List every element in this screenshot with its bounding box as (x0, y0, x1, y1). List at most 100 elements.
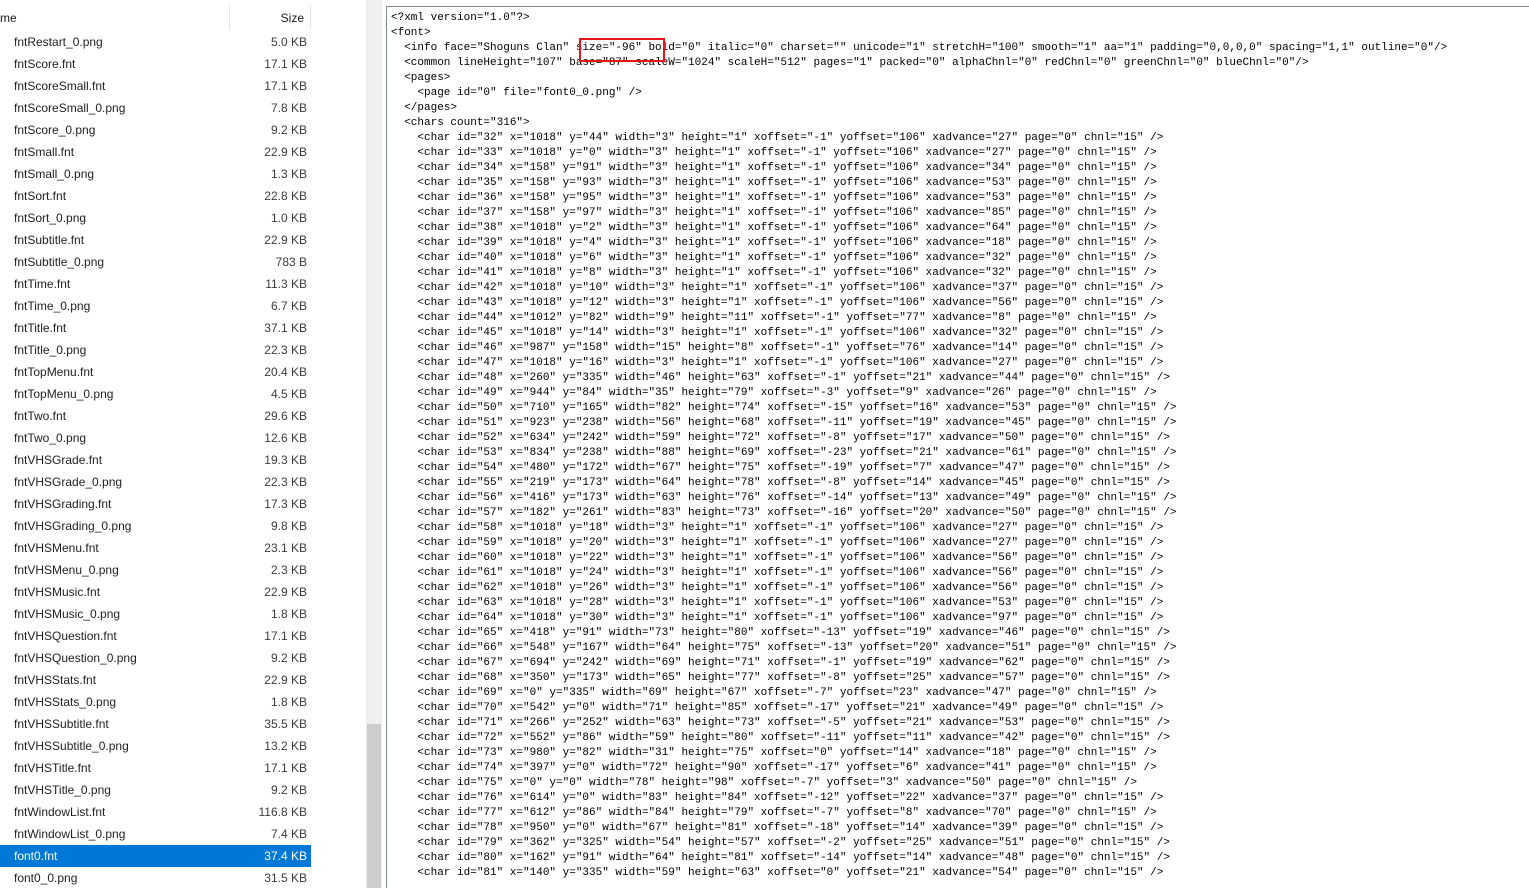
file-row[interactable]: fntSmall_0.png 1.3 KB (0, 163, 311, 185)
file-row[interactable]: fntSmall.fnt 22.9 KB (0, 141, 311, 163)
file-row[interactable]: fntScore.fnt 17.1 KB (0, 53, 311, 75)
file-row[interactable]: fntScoreSmall.fnt 17.1 KB (0, 75, 311, 97)
code-line: <char id="57" x="182" y="261" width="83"… (391, 507, 1177, 519)
file-row[interactable]: fntVHSMusic.fnt 22.9 KB (0, 581, 311, 603)
column-header-name[interactable]: me (0, 6, 230, 30)
file-row[interactable]: fntSubtitle.fnt 22.9 KB (0, 229, 311, 251)
code-line: <char id="42" x="1018" y="10" width="3" … (391, 282, 1164, 294)
file-name: fntVHSSubtitle_0.png (14, 739, 129, 753)
code-line: <char id="75" x="0" y="0" width="78" hei… (391, 777, 1137, 789)
code-line: <char id="60" x="1018" y="22" width="3" … (391, 552, 1164, 564)
file-row[interactable]: fntTime_0.png 6.7 KB (0, 295, 311, 317)
file-size: 22.3 KB (264, 475, 307, 489)
code-line: <char id="80" x="162" y="91" width="64" … (391, 852, 1170, 864)
code-line: <char id="53" x="834" y="238" width="88"… (391, 447, 1177, 459)
scrollbar-thumb[interactable] (367, 724, 381, 888)
file-name: fntVHSMusic.fnt (14, 585, 101, 599)
file-name: fntTopMenu_0.png (14, 387, 114, 401)
file-name: fntVHSStats.fnt (14, 673, 97, 687)
file-row[interactable]: fntVHSGrading_0.png 9.8 KB (0, 515, 311, 537)
file-size: 12.6 KB (264, 431, 307, 445)
file-size: 1.8 KB (270, 607, 307, 621)
file-row[interactable]: fntVHSMusic_0.png 1.8 KB (0, 603, 311, 625)
file-row[interactable]: fntVHSMenu.fnt 23.1 KB (0, 537, 311, 559)
code-line: <?xml version="1.0"?> (391, 12, 530, 24)
file-row[interactable]: fntVHSTitle_0.png 9.2 KB (0, 779, 311, 801)
file-name: fntVHSGrade_0.png (14, 475, 123, 489)
code-line: <char id="38" x="1018" y="2" width="3" h… (391, 222, 1157, 234)
file-size: 5.0 KB (270, 35, 307, 49)
code-line: <char id="79" x="362" y="325" width="54"… (391, 837, 1170, 849)
file-row[interactable]: fntScoreSmall_0.png 7.8 KB (0, 97, 311, 119)
file-size: 19.3 KB (264, 453, 307, 467)
file-size: 22.3 KB (264, 343, 307, 357)
file-row[interactable]: fntSort.fnt 22.8 KB (0, 185, 311, 207)
file-row[interactable]: fntVHSGrade_0.png 22.3 KB (0, 471, 311, 493)
code-line: <char id="49" x="944" y="84" width="35" … (391, 387, 1157, 399)
file-size: 9.2 KB (270, 651, 307, 665)
file-row[interactable]: fntVHSQuestion_0.png 9.2 KB (0, 647, 311, 669)
file-size: 31.5 KB (264, 871, 307, 885)
code-line: <char id="62" x="1018" y="26" width="3" … (391, 582, 1164, 594)
file-list-pane: me Size fntRestart_0.png 5.0 KB fntScore.f… (0, 0, 382, 888)
file-size: 7.4 KB (270, 827, 307, 841)
code-line: <char id="45" x="1018" y="14" width="3" … (391, 327, 1164, 339)
file-row[interactable]: fntSubtitle_0.png 783 B (0, 251, 311, 273)
file-row[interactable]: fntTime.fnt 11.3 KB (0, 273, 311, 295)
file-name: fntVHSGrade.fnt (14, 453, 103, 467)
code-line: <char id="77" x="612" y="86" width="84" … (391, 807, 1157, 819)
file-row[interactable]: fntVHSTitle.fnt 17.1 KB (0, 757, 311, 779)
file-row[interactable]: fntVHSGrading.fnt 17.3 KB (0, 493, 311, 515)
file-size: 22.9 KB (264, 585, 307, 599)
file-row[interactable]: fntTopMenu_0.png 4.5 KB (0, 383, 311, 405)
code-line: <char id="61" x="1018" y="24" width="3" … (391, 567, 1164, 579)
file-size: 1.0 KB (270, 211, 307, 225)
file-content-view[interactable]: <?xml version="1.0"?> <font> <info face="… (386, 6, 1529, 888)
file-row[interactable]: fntTitle.fnt 37.1 KB (0, 317, 311, 339)
code-line: <char id="37" x="158" y="97" width="3" h… (391, 207, 1157, 219)
file-row[interactable]: fntVHSSubtitle.fnt 35.5 KB (0, 713, 311, 735)
file-row[interactable]: fntVHSSubtitle_0.png 13.2 KB (0, 735, 311, 757)
code-line: <char id="54" x="480" y="172" width="67"… (391, 462, 1170, 474)
file-name: font0.fnt (14, 849, 58, 863)
file-row[interactable]: fntScore_0.png 9.2 KB (0, 119, 311, 141)
file-size: 6.7 KB (270, 299, 307, 313)
file-row[interactable]: fntRestart_0.png 5.0 KB (0, 31, 311, 53)
file-row[interactable]: fntWindowList_0.png 7.4 KB (0, 823, 311, 845)
file-list: fntRestart_0.png 5.0 KB fntScore.fnt 17.1 K… (0, 31, 365, 888)
file-name: fntVHSSubtitle.fnt (14, 717, 109, 731)
file-name: fntVHSTitle_0.png (14, 783, 111, 797)
code-line: <char id="65" x="418" y="91" width="73" … (391, 627, 1170, 639)
file-name: fntSort_0.png (14, 211, 87, 225)
file-row[interactable]: fntTwo.fnt 29.6 KB (0, 405, 311, 427)
code-line: <char id="71" x="266" y="252" width="63"… (391, 717, 1170, 729)
file-size: 17.1 KB (264, 79, 307, 93)
file-row[interactable]: fntWindowList.fnt 116.8 KB (0, 801, 311, 823)
file-size: 17.1 KB (264, 57, 307, 71)
file-row[interactable]: fntTopMenu.fnt 20.4 KB (0, 361, 311, 383)
file-row[interactable]: font0.fnt 37.4 KB (0, 845, 311, 867)
file-list-scrollbar[interactable] (366, 0, 382, 888)
code-line: <char id="55" x="219" y="173" width="64"… (391, 477, 1170, 489)
file-row[interactable]: fntVHSMenu_0.png 2.3 KB (0, 559, 311, 581)
file-name: fntSmall_0.png (14, 167, 95, 181)
file-row[interactable]: font0_0.png 31.5 KB (0, 867, 311, 888)
file-size: 1.8 KB (270, 695, 307, 709)
file-row[interactable]: fntVHSStats_0.png 1.8 KB (0, 691, 311, 713)
code-line: <char id="44" x="1012" y="82" width="9" … (391, 312, 1157, 324)
file-row[interactable]: fntSort_0.png 1.0 KB (0, 207, 311, 229)
file-name: fntTwo.fnt (14, 409, 67, 423)
file-row[interactable]: fntTitle_0.png 22.3 KB (0, 339, 311, 361)
column-header-size[interactable]: Size (231, 6, 311, 30)
file-name: font0_0.png (14, 871, 78, 885)
file-row[interactable]: fntVHSStats.fnt 22.9 KB (0, 669, 311, 691)
file-row[interactable]: fntVHSGrade.fnt 19.3 KB (0, 449, 311, 471)
file-row[interactable]: fntVHSQuestion.fnt 17.1 KB (0, 625, 311, 647)
code-line: <char id="64" x="1018" y="30" width="3" … (391, 612, 1164, 624)
file-name: fntSort.fnt (14, 189, 67, 203)
file-size: 7.8 KB (270, 101, 307, 115)
file-name: fntScoreSmall.fnt (14, 79, 106, 93)
file-row[interactable]: fntTwo_0.png 12.6 KB (0, 427, 311, 449)
file-size: 17.1 KB (264, 629, 307, 643)
file-name: fntVHSMenu_0.png (14, 563, 119, 577)
